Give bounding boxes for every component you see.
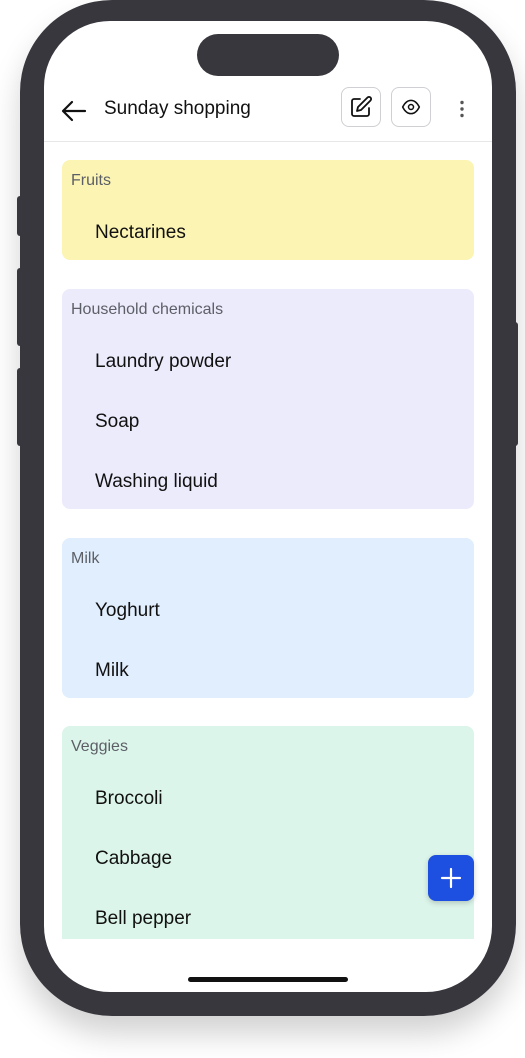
list-item[interactable]: Cabbage [95, 848, 172, 870]
arrow-left-icon [61, 100, 87, 122]
dynamic-island [197, 34, 339, 76]
group-milk: Milk Yoghurt Milk [62, 538, 474, 698]
view-button[interactable] [391, 87, 431, 127]
group-veggies: Veggies Broccoli Cabbage Bell pepper [62, 726, 474, 939]
list-item[interactable]: Yoghurt [95, 600, 160, 622]
plus-icon [440, 867, 462, 889]
shopping-list: Fruits Nectarines Household chemicals La… [44, 142, 492, 939]
group-label: Household chemicals [71, 301, 224, 318]
more-options-button[interactable] [448, 95, 476, 123]
volume-up-button [17, 268, 23, 346]
list-item[interactable]: Washing liquid [95, 471, 218, 493]
pencil-square-icon [351, 96, 372, 117]
home-indicator[interactable] [188, 977, 348, 982]
app-header: Sunday shopping [44, 85, 492, 142]
phone-screen: Sunday shopping Fruits Nectarines Househ… [44, 21, 492, 992]
list-item[interactable]: Nectarines [95, 222, 186, 244]
list-item[interactable]: Soap [95, 411, 139, 433]
list-item[interactable]: Broccoli [95, 788, 163, 810]
group-label: Milk [71, 550, 100, 567]
list-item[interactable]: Bell pepper [95, 908, 191, 930]
add-item-button[interactable] [428, 855, 474, 901]
list-item[interactable]: Laundry powder [95, 351, 231, 373]
action-button [17, 196, 23, 236]
group-fruits: Fruits Nectarines [62, 160, 474, 260]
group-household-chemicals: Household chemicals Laundry powder Soap … [62, 289, 474, 509]
group-label: Fruits [71, 172, 111, 189]
eye-icon [401, 99, 421, 115]
kebab-menu-icon [460, 100, 464, 118]
back-button[interactable] [58, 95, 90, 127]
power-button [512, 322, 518, 446]
edit-button[interactable] [341, 87, 381, 127]
list-item[interactable]: Milk [95, 660, 129, 682]
volume-down-button [17, 368, 23, 446]
page-title: Sunday shopping [104, 98, 251, 119]
group-label: Veggies [71, 738, 128, 755]
